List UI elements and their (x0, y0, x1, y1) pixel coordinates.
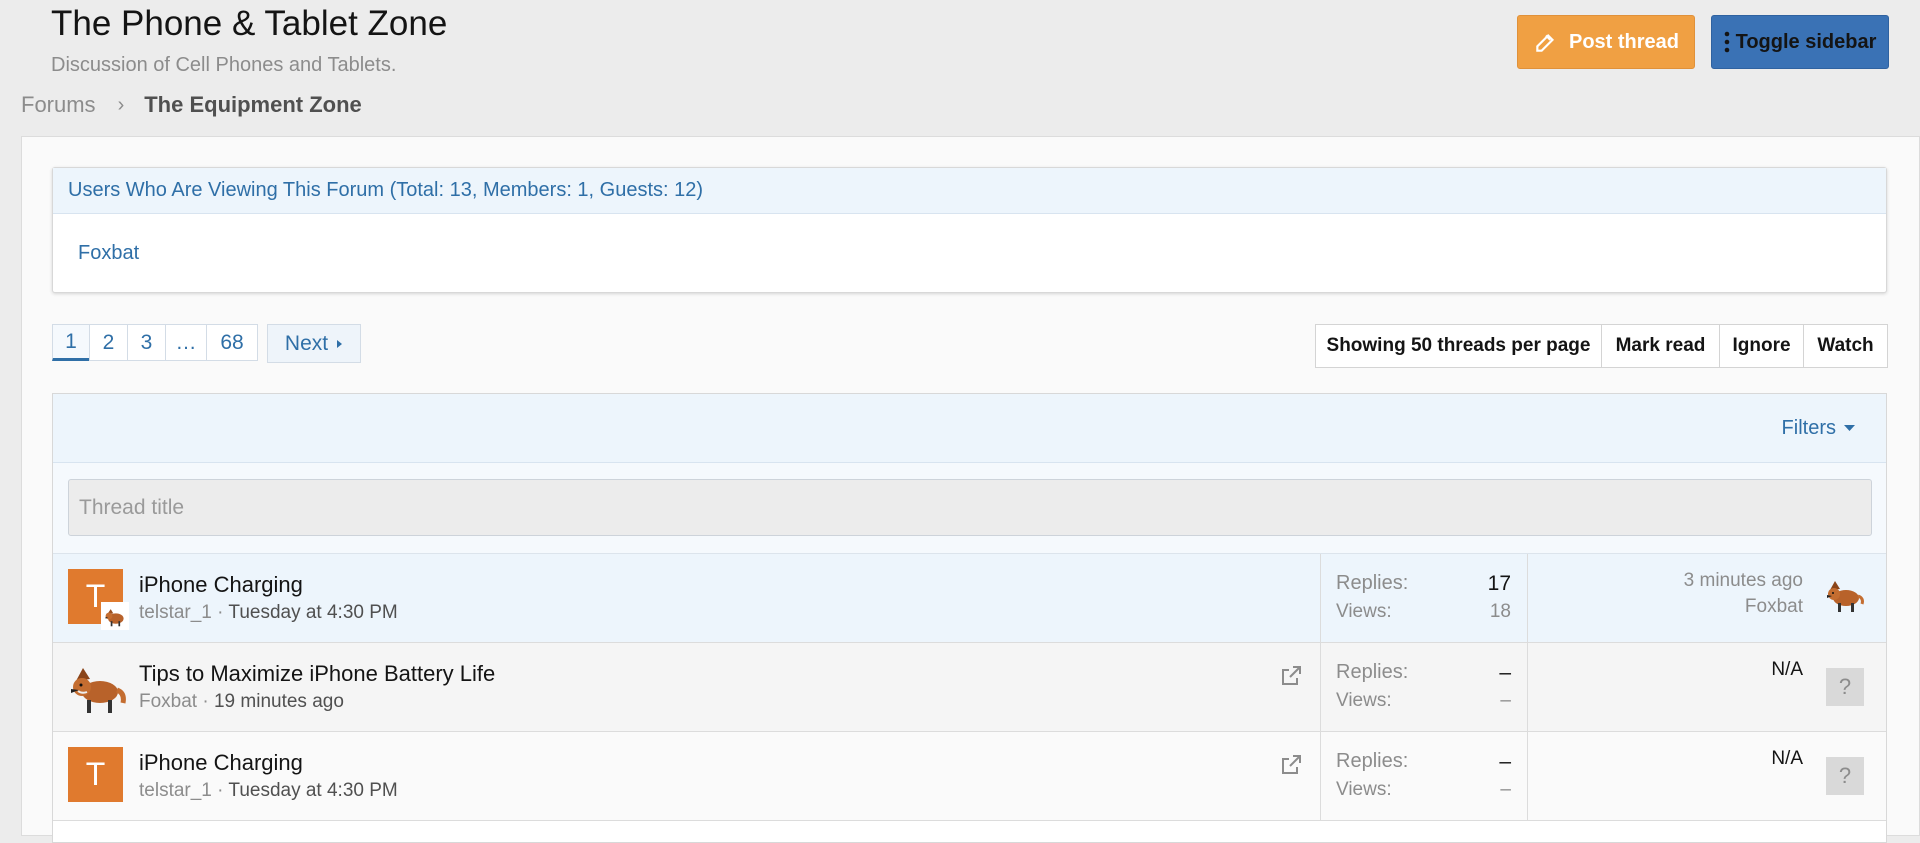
filters-dropdown[interactable]: Filters (1782, 417, 1855, 440)
external-link-icon[interactable] (1279, 664, 1303, 688)
thread-row[interactable]: T iPhone Charging telstar_1 · Tuesday at… (53, 732, 1886, 821)
viewers-heading[interactable]: Users Who Are Viewing This Forum (Total:… (53, 168, 1886, 214)
fox-avatar-icon[interactable] (101, 602, 129, 630)
replies-label: Replies: (1336, 661, 1409, 683)
thread-start-date[interactable]: Tuesday at 4:30 PM (228, 602, 397, 623)
replies-label: Replies: (1336, 750, 1409, 772)
last-post-time[interactable]: 3 minutes ago (1684, 570, 1803, 592)
ignore-button[interactable]: Ignore (1720, 325, 1804, 367)
views-count: 18 (1489, 601, 1511, 622)
last-post-na: N/A (1771, 659, 1803, 680)
replies-count: – (1499, 661, 1511, 684)
thread-title-link[interactable]: iPhone Charging (139, 750, 303, 776)
thread-title-link[interactable]: iPhone Charging (139, 572, 303, 598)
author-avatar[interactable]: T (68, 747, 123, 802)
next-page-button[interactable]: Next (267, 324, 361, 363)
page-link-3[interactable]: 3 (127, 324, 166, 361)
toggle-sidebar-label: Toggle sidebar (1735, 30, 1877, 53)
thread-start-date[interactable]: 19 minutes ago (214, 691, 344, 712)
page-title: The Phone & Tablet Zone (51, 4, 448, 43)
replies-count: – (1499, 750, 1511, 773)
caret-down-icon (1844, 424, 1855, 431)
breadcrumb: Forums › The Equipment Zone (21, 92, 362, 118)
fox-avatar-icon[interactable] (68, 658, 126, 716)
quick-filter-row (53, 463, 1886, 554)
thread-list: Filters T iPhone Charging telstar_1 · Tu… (52, 393, 1887, 843)
filter-bar: Filters (53, 394, 1886, 463)
last-poster-avatar[interactable] (1824, 574, 1864, 614)
page-link-2[interactable]: 2 (89, 324, 128, 361)
edit-icon (1536, 33, 1555, 52)
views-count: – (1500, 779, 1511, 800)
thread-author[interactable]: telstar_1 (139, 780, 212, 801)
breadcrumb-forums[interactable]: Forums (21, 92, 96, 118)
pagination: 1 2 3 … 68 Next (52, 324, 361, 363)
viewer-user-link[interactable]: Foxbat (78, 242, 139, 264)
views-label: Views: (1336, 601, 1392, 622)
post-thread-button[interactable]: Post thread (1517, 15, 1695, 69)
thread-start-date[interactable]: Tuesday at 4:30 PM (228, 780, 397, 801)
thread-title-link[interactable]: Tips to Maximize iPhone Battery Life (139, 661, 495, 687)
thread-row[interactable]: T iPhone Charging telstar_1 · Tuesday at… (53, 554, 1886, 643)
page-jump-ellipsis[interactable]: … (165, 324, 207, 361)
chevron-right-icon: › (117, 93, 125, 116)
toggle-sidebar-button[interactable]: Toggle sidebar (1711, 15, 1889, 69)
next-page-label: Next (284, 331, 329, 355)
views-label: Views: (1336, 779, 1392, 800)
forum-viewers-block: Users Who Are Viewing This Forum (Total:… (52, 167, 1887, 293)
replies-label: Replies: (1336, 572, 1409, 594)
forum-description: Discussion of Cell Phones and Tablets. (51, 54, 397, 76)
vertical-dots-icon (1724, 31, 1729, 53)
breadcrumb-current[interactable]: The Equipment Zone (144, 92, 362, 118)
unknown-avatar-icon: ? (1826, 668, 1864, 706)
thread-author[interactable]: telstar_1 (139, 602, 212, 623)
thread-row[interactable]: Tips to Maximize iPhone Battery Life Fox… (53, 643, 1886, 732)
post-thread-label: Post thread (1568, 30, 1680, 53)
filters-label: Filters (1781, 416, 1836, 439)
thread-title-filter-input[interactable] (68, 479, 1872, 536)
caret-right-icon (337, 339, 343, 348)
page-link-68[interactable]: 68 (206, 324, 258, 361)
threads-per-page-button[interactable]: Showing 50 threads per page (1316, 325, 1602, 367)
thread-author[interactable]: Foxbat (139, 691, 197, 712)
watch-button[interactable]: Watch (1804, 325, 1887, 367)
page-link-1[interactable]: 1 (52, 324, 90, 361)
views-count: – (1500, 690, 1511, 711)
forum-action-bar: Showing 50 threads per page Mark read Ig… (1315, 324, 1888, 368)
unknown-avatar-icon: ? (1826, 757, 1864, 795)
last-post-user[interactable]: Foxbat (1745, 596, 1803, 618)
external-link-icon[interactable] (1279, 753, 1303, 777)
last-post-na: N/A (1771, 748, 1803, 769)
replies-count: 17 (1487, 572, 1511, 595)
mark-read-button[interactable]: Mark read (1602, 325, 1720, 367)
views-label: Views: (1336, 690, 1392, 711)
